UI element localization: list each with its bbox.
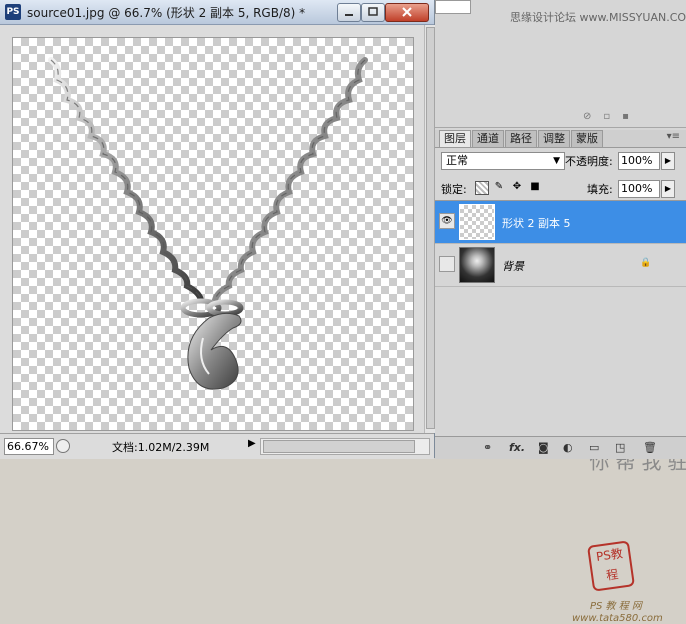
new-layer-icon[interactable]: ◳ [615, 441, 625, 454]
scrollbar-thumb[interactable] [426, 27, 435, 429]
lock-all-icon[interactable]: ■ [529, 181, 541, 193]
close-button[interactable] [385, 3, 429, 22]
document-window: PS source01.jpg @ 66.7% (形状 2 副本 5, RGB/… [0, 0, 435, 459]
status-bar: 66.67% 文档:1.02M/2.39M ▶ [0, 433, 434, 459]
document-size-info: 文档:1.02M/2.39M [112, 441, 210, 454]
lock-icon: 🔒 [640, 258, 652, 268]
necklace-artwork [48, 57, 368, 390]
red-seal-stamp: PS教程 [587, 540, 635, 592]
tab-layers[interactable]: 图层 [439, 130, 471, 147]
visibility-off-icon[interactable]: ⊘ [583, 111, 603, 122]
blend-mode-select[interactable]: 正常 ▼ [441, 152, 565, 170]
group-icon[interactable]: ▭ [589, 441, 599, 454]
layer-name[interactable]: 背景 [502, 258, 524, 274]
opacity-field[interactable]: 100% [618, 152, 660, 170]
layer-row[interactable]: 👁 形状 2 副本 5 [435, 201, 686, 244]
tab-adjustments[interactable]: 调整 [538, 130, 570, 147]
panel-tabs: 图层 通道 路径 调整 蒙版 ▾≡ [435, 130, 686, 148]
lock-paint-icon[interactable]: ✎ [493, 181, 505, 193]
layer-row[interactable]: 背景 🔒 [435, 244, 686, 287]
panel-preview [435, 0, 471, 14]
photoshop-app-icon: PS [5, 4, 21, 20]
adjustment-icon[interactable]: ◐ [563, 441, 573, 454]
top-panel-icons[interactable]: ⊘▫▪ [583, 111, 641, 122]
layer-thumbnail[interactable] [459, 204, 495, 240]
maximize-icon [368, 7, 378, 16]
vertical-scrollbar[interactable] [424, 25, 435, 433]
fill-label: 填充: [587, 183, 613, 196]
minimize-button[interactable] [337, 3, 361, 22]
visibility-toggle[interactable] [439, 256, 455, 272]
fill-field[interactable]: 100% [618, 180, 660, 198]
document-title-bar[interactable]: PS source01.jpg @ 66.7% (形状 2 副本 5, RGB/… [0, 0, 434, 25]
status-menu-arrow-icon[interactable]: ▶ [248, 438, 256, 449]
panels-column: 思缘设计论坛 www.MISSYUAN.COM ⊘▫▪ 图层 通道 路径 调整 … [435, 0, 686, 624]
lock-move-icon[interactable]: ✥ [511, 181, 523, 193]
trash-icon[interactable]: ▪ [622, 111, 641, 122]
fill-slider-arrow-icon[interactable]: ▶ [661, 180, 675, 198]
panel-menu-icon[interactable]: ▾≡ [667, 131, 680, 142]
horizontal-scrollbar[interactable] [260, 438, 430, 455]
link-icon[interactable]: ⚭ [483, 441, 492, 454]
trash-icon[interactable]: 🗑 [643, 441, 657, 454]
opacity-slider-arrow-icon[interactable]: ▶ [661, 152, 675, 170]
layers-footer: ⚭ fx. ◙ ◐ ▭ ◳ 🗑 [435, 436, 686, 459]
site-watermark: 思缘设计论坛 www.MISSYUAN.COM [510, 11, 686, 24]
lock-transparency-icon[interactable] [475, 181, 489, 195]
new-icon[interactable]: ▫ [603, 111, 622, 122]
eye-icon[interactable]: 👁 [439, 213, 455, 229]
close-icon [402, 7, 412, 17]
minimize-icon [345, 14, 353, 16]
canvas-area[interactable] [0, 25, 424, 433]
opacity-label: 不透明度: [565, 155, 613, 168]
zoom-field[interactable]: 66.67% [4, 438, 54, 455]
layer-name[interactable]: 形状 2 副本 5 [502, 215, 571, 231]
transparent-canvas[interactable] [12, 37, 414, 431]
top-panel: 思缘设计论坛 www.MISSYUAN.COM ⊘▫▪ [435, 0, 686, 128]
mask-icon[interactable]: ◙ [538, 441, 549, 454]
tab-masks[interactable]: 蒙版 [571, 130, 603, 147]
tab-paths[interactable]: 路径 [505, 130, 537, 147]
blend-mode-value: 正常 [446, 154, 468, 167]
chevron-down-icon: ▼ [553, 156, 560, 166]
document-title: source01.jpg @ 66.7% (形状 2 副本 5, RGB/8) … [27, 6, 306, 20]
layer-thumbnail[interactable] [459, 247, 495, 283]
fx-icon[interactable]: fx. [509, 441, 525, 454]
tab-channels[interactable]: 通道 [472, 130, 504, 147]
maximize-button[interactable] [361, 3, 385, 22]
layers-list: 👁 形状 2 副本 5 背景 🔒 他驻我帮你 PS教程 PS 教 程 网 www… [435, 200, 686, 624]
lock-label: 锁定: [441, 183, 467, 196]
scrollbar-thumb[interactable] [263, 440, 415, 453]
ps-url-watermark: www.tata580.com [572, 613, 663, 624]
status-info-icon[interactable] [56, 439, 70, 453]
ps-site-watermark: PS 教 程 网 [590, 601, 642, 612]
